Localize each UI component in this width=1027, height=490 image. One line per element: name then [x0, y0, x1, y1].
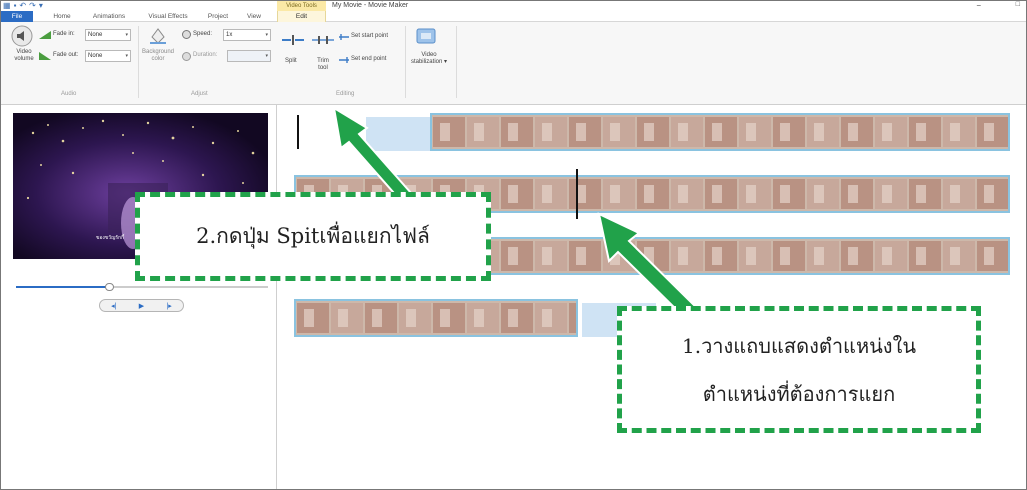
step-1-text-line-2: ตำแหน่งที่ต้องการแยก [702, 381, 896, 406]
arrow-to-split-button [332, 106, 413, 203]
callout-step-2: 2.กดปุ่ม Spitเพื่อแยกไฟล์ [135, 192, 491, 281]
step-2-text: 2.กดปุ่ม Spitเพื่อแยกไฟล์ [196, 224, 430, 248]
arrow-to-playhead [597, 212, 700, 322]
callout-step-1: 1.วางแถบแสดงตำแหน่งใน ตำแหน่งที่ต้องการแ… [617, 306, 981, 433]
movie-maker-window: ▦ ▪ ↶ ↷ ▾ Video Tools My Movie - Movie M… [0, 0, 1027, 490]
step-1-text-line-1: 1.วางแถบแสดงตำแหน่งใน [681, 333, 917, 358]
